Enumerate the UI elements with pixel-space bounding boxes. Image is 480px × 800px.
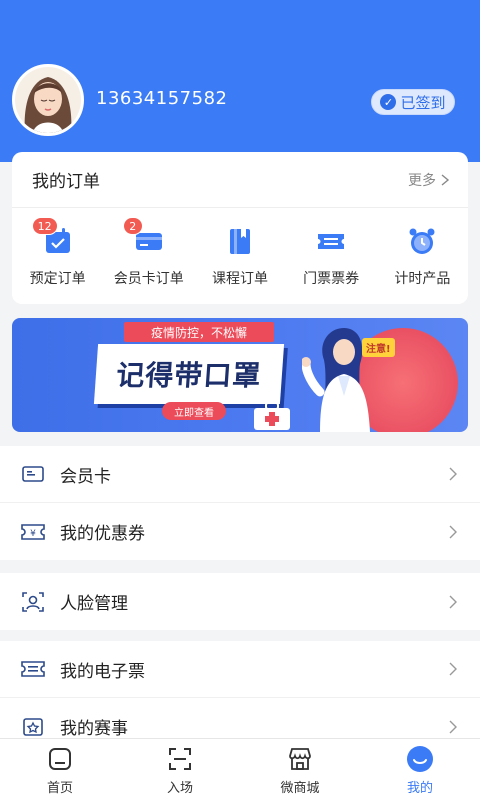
menu-label: 人脸管理 [60, 594, 128, 614]
ticket-icon [318, 234, 345, 249]
order-item-booking[interactable]: 12 预定订单 [14, 217, 102, 288]
bottom-tab-bar: 首页 入场 微商城 我的 [0, 738, 480, 800]
my-orders-card: 我的订单 更多 12 预定订单 2 会员卡订单 课程订单 门票票券 计时产品 [12, 152, 468, 304]
tab-label: 我的 [406, 781, 433, 796]
alarm-clock-icon [409, 228, 435, 254]
home-icon [46, 745, 74, 773]
order-item-member-card[interactable]: 2 会员卡订单 [105, 217, 193, 288]
menu-label: 会员卡 [60, 466, 111, 487]
coupon-icon: ¥ [20, 519, 46, 545]
orders-grid: 12 预定订单 2 会员卡订单 课程订单 门票票券 计时产品 [12, 208, 468, 288]
promo-banner[interactable]: 疫情防控，不松懈 记得带口罩 立即查看 注意! [12, 318, 468, 432]
chevron-right-icon [449, 662, 457, 676]
tab-label: 首页 [46, 781, 73, 796]
menu-group-2: 人脸管理 [0, 573, 480, 630]
chevron-right-icon [441, 173, 450, 186]
tab-entry[interactable]: 入场 [120, 739, 240, 800]
chevron-right-icon [449, 595, 457, 608]
member-card-icon [20, 461, 46, 487]
signin-label: 已签到 [400, 93, 446, 112]
banner-slogan: 疫情防控，不松懈 [124, 322, 274, 342]
face-icon [20, 589, 46, 615]
chevron-right-icon [449, 525, 457, 538]
orders-title: 我的订单 [32, 172, 100, 192]
chevron-right-icon [449, 720, 457, 733]
order-label: 会员卡订单 [113, 271, 184, 287]
menu-item-e-ticket[interactable]: 我的电子票 [0, 641, 480, 698]
menu-group-1: 会员卡 ¥ 我的优惠券 [0, 446, 480, 560]
e-ticket-icon [20, 656, 46, 682]
tab-home[interactable]: 首页 [0, 739, 120, 800]
first-aid-kit-icon [254, 402, 290, 430]
banner-cta-button[interactable]: 立即查看 [162, 402, 226, 420]
order-item-course[interactable]: 课程订单 [196, 226, 284, 288]
orders-more-label: 更多 [408, 172, 436, 189]
shop-icon [286, 745, 314, 773]
order-item-ticket[interactable]: 门票票券 [287, 226, 375, 288]
menu-item-face-management[interactable]: 人脸管理 [0, 573, 480, 630]
avatar[interactable] [12, 64, 84, 136]
badge-count: 2 [122, 217, 143, 235]
chevron-right-icon [449, 467, 457, 481]
order-label: 预定订单 [29, 271, 86, 287]
svg-text:¥: ¥ [30, 529, 36, 539]
menu-label: 我的优惠券 [60, 524, 145, 544]
phone-number: 13634157582 [96, 88, 228, 109]
event-icon [20, 714, 46, 740]
check-icon: ✓ [380, 94, 397, 110]
signin-status-button[interactable]: ✓ 已签到 [371, 89, 455, 115]
doctor-illustration [302, 328, 370, 432]
banner-headline-board: 记得带口罩 [93, 344, 285, 404]
scan-icon [166, 745, 194, 773]
banner-headline: 记得带口罩 [115, 359, 263, 392]
banner-tag: 注意! [362, 338, 395, 357]
orders-more-link[interactable]: 更多 [408, 170, 452, 190]
order-label: 计时产品 [394, 271, 451, 287]
order-item-timed[interactable]: 计时产品 [378, 226, 466, 288]
orders-header: 我的订单 更多 [12, 152, 468, 208]
tab-shop[interactable]: 微商城 [240, 739, 360, 800]
order-label: 课程订单 [211, 271, 268, 287]
menu-item-member-card[interactable]: 会员卡 [0, 446, 480, 503]
menu-label: 我的赛事 [60, 719, 128, 739]
tab-label: 入场 [166, 781, 193, 796]
profile-icon [406, 745, 434, 773]
badge-count: 12 [31, 217, 58, 235]
tab-mine[interactable]: 我的 [360, 739, 480, 800]
tab-label: 微商城 [280, 781, 320, 796]
book-icon [229, 229, 250, 254]
menu-label: 我的电子票 [60, 661, 145, 682]
order-label: 门票票券 [303, 271, 360, 287]
menu-item-coupons[interactable]: ¥ 我的优惠券 [0, 503, 480, 560]
